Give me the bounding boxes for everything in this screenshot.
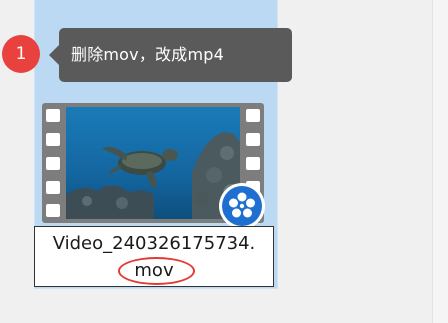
file-name-main: Video_240326175734. — [52, 233, 256, 254]
tooltip-arrow — [49, 45, 59, 65]
file-extension-wrap: mov — [118, 257, 196, 285]
highlight-circle — [118, 257, 196, 285]
video-player-app-icon — [219, 183, 265, 229]
scroll-track[interactable] — [432, 0, 448, 323]
instruction-tooltip: 删除mov，改成mp4 — [59, 28, 292, 82]
file-name-edit-box[interactable]: Video_240326175734. mov — [34, 226, 274, 287]
step-number-badge: 1 — [2, 35, 40, 73]
